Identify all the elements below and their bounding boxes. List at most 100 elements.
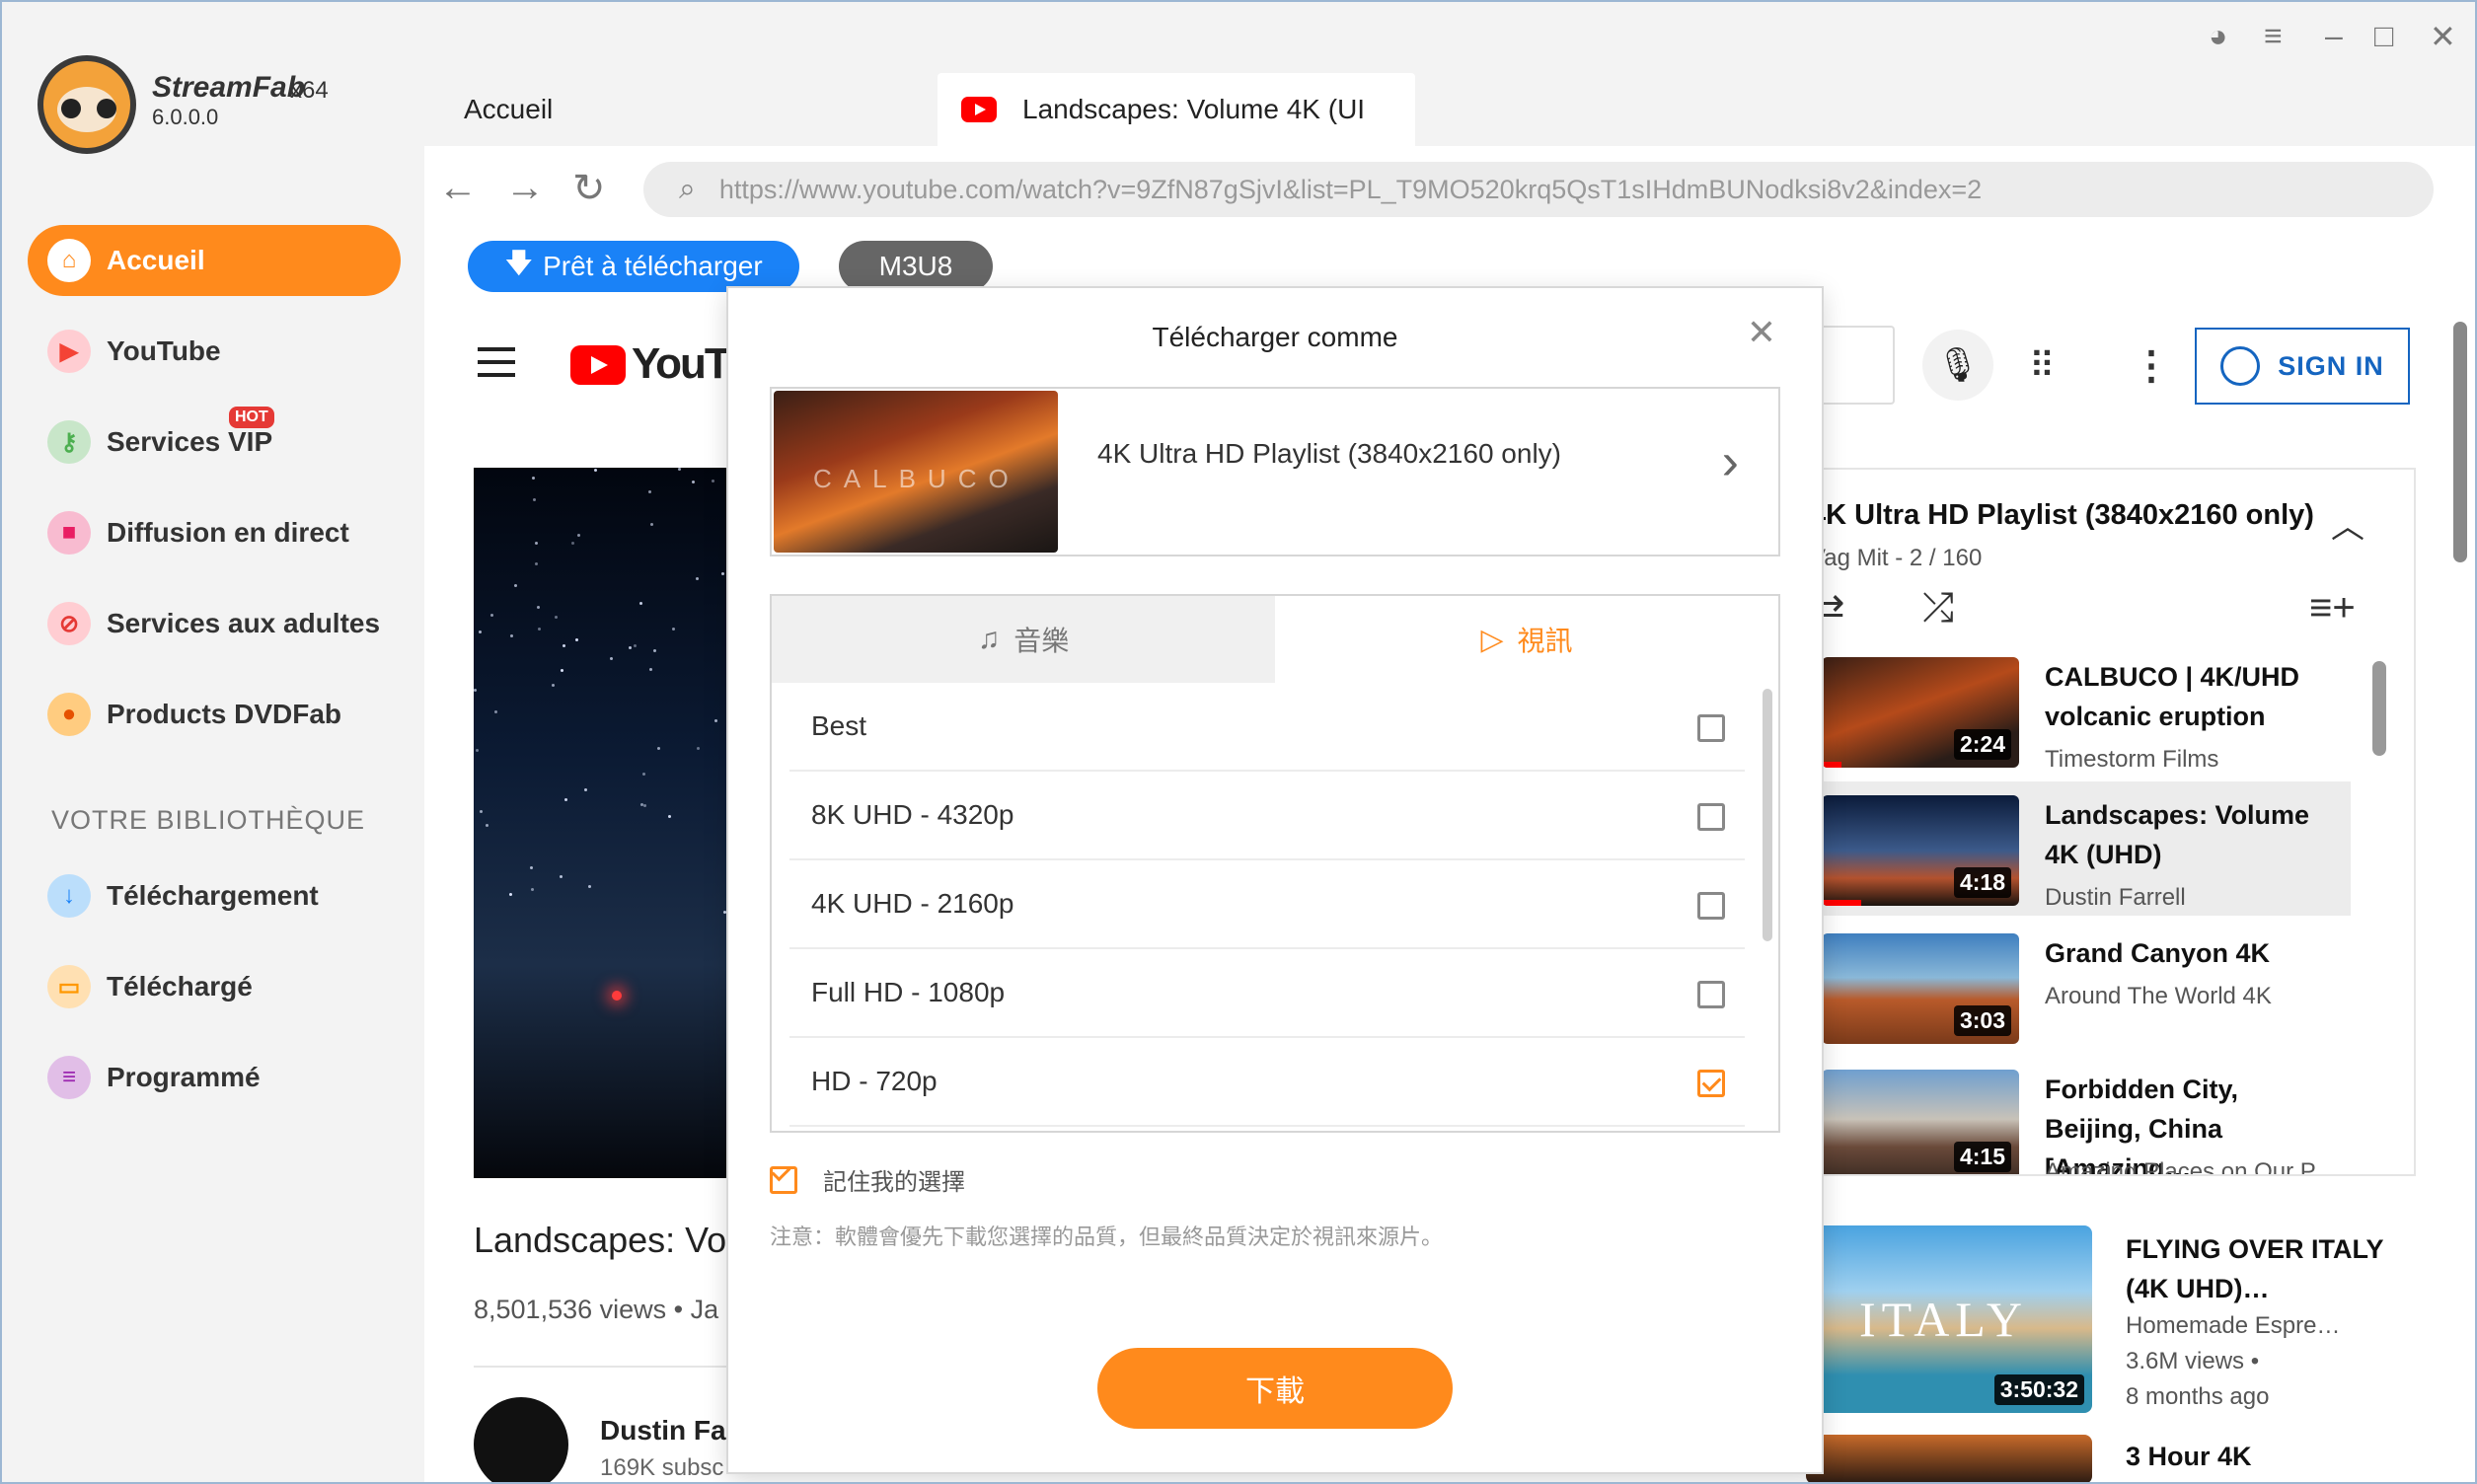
quality-checkbox[interactable] <box>1697 803 1725 831</box>
maximize-icon[interactable]: □ <box>2374 18 2393 54</box>
reload-icon[interactable]: ↻ <box>572 166 606 211</box>
youtube-logo[interactable] <box>570 345 626 385</box>
star-decoration <box>584 788 587 791</box>
channel-avatar[interactable] <box>474 1397 568 1482</box>
url-bar[interactable]: ⌕ https://www.youtube.com/watch?v=9ZfN87… <box>643 162 2434 217</box>
duration-badge: 4:15 <box>1953 1142 2011 1172</box>
star-decoration <box>672 628 675 631</box>
playlist-item[interactable]: 2:24 CALBUCO | 4K/UHD volcanic eruption … <box>1808 643 2351 778</box>
star-decoration <box>494 710 497 713</box>
playlist-thumbnail: 4:18 <box>1822 795 2019 906</box>
tab-video[interactable]: ▷ 視訊 <box>1275 596 1778 683</box>
star-decoration <box>479 631 482 633</box>
star-decoration <box>564 798 567 801</box>
chevron-up-icon[interactable]: ︿ <box>2331 499 2364 548</box>
user-icon <box>2220 346 2261 386</box>
tab-youtube-page[interactable]: Landscapes: Volume 4K (UI <box>938 73 1415 146</box>
sign-in-button[interactable]: SIGN IN <box>2195 328 2410 405</box>
apps-grid-icon[interactable]: ⠿ <box>2029 345 2055 387</box>
sidebar-item-dvdfab[interactable]: ● Products DVDFab <box>28 679 401 750</box>
sidebar-item-downloading[interactable]: ↓ Téléchargement <box>28 860 401 931</box>
quality-checkbox[interactable] <box>1697 892 1725 920</box>
star-decoration <box>532 477 535 480</box>
quality-option-selected[interactable]: HD - 720p <box>789 1038 1745 1127</box>
quality-note: 注意：軟體會優先下載您選擇的品質，但最終品質決定於視訊來源片。 <box>770 1224 1444 1249</box>
sidebar-item-adult[interactable]: ⊘ Services aux adultes <box>28 588 401 659</box>
star-decoration <box>490 614 493 617</box>
star-decoration <box>714 719 717 722</box>
quality-checkbox[interactable] <box>1697 714 1725 742</box>
playlist-item-channel: Timestorm Films <box>2045 746 2219 773</box>
youtube-icon <box>961 97 997 122</box>
quality-label: 4K UHD - 2160p <box>811 888 1014 919</box>
quality-option[interactable]: Full HD - 1080p <box>789 949 1745 1038</box>
sidebar-item-scheduled[interactable]: ≡ Programmé <box>28 1042 401 1113</box>
playlist-item-current[interactable]: 4:18 Landscapes: Volume 4K (UHD) Dustin … <box>1808 781 2351 916</box>
channel-name[interactable]: Dustin Far <box>600 1415 736 1447</box>
sidebar-item-downloaded[interactable]: ▭ Téléchargé <box>28 951 401 1022</box>
playlist-item[interactable]: 4:15 Forbidden City, Beijing, China [Ama… <box>1808 1056 2351 1174</box>
more-vert-icon[interactable]: ⋮ <box>2132 343 2171 389</box>
playlist-sub: Vag Mit - 2 / 160 <box>1810 545 1983 571</box>
sidebar-item-label: YouTube <box>107 335 221 366</box>
dialog-close-icon[interactable]: ✕ <box>1747 312 1776 353</box>
star-decoration <box>653 649 656 652</box>
quality-checkbox[interactable] <box>1697 981 1725 1008</box>
shuffle-icon[interactable]: ⤮ <box>1922 586 1954 631</box>
star-decoration <box>649 668 652 671</box>
app-window: StreamFab x64 6.0.0.0 ⌂ Accueil ▶ YouTub… <box>0 0 2477 1484</box>
search-icon: ⌕ <box>679 173 696 205</box>
playlist-item[interactable]: 3:03 Grand Canyon 4K Around The World 4K <box>1808 920 2351 1054</box>
quality-checkbox-checked[interactable] <box>1697 1070 1725 1097</box>
forward-icon[interactable]: → <box>505 166 545 210</box>
microphone-icon[interactable]: 🎙 <box>1922 330 1993 401</box>
sidebar-item-accueil[interactable]: ⌂ Accueil <box>28 225 401 296</box>
playlist-thumbnail: 2:24 <box>1822 657 2019 768</box>
remember-choice[interactable]: 記住我的選擇 <box>770 1162 965 1197</box>
quality-option[interactable]: 8K UHD - 4320p <box>789 772 1745 860</box>
minimize-icon[interactable]: – <box>2325 18 2343 54</box>
tab-audio[interactable]: ♫ 音樂 <box>772 596 1275 683</box>
source-name: 4K Ultra HD Playlist (3840x2160 only) <box>1097 438 1561 469</box>
star-decoration <box>577 534 580 537</box>
sidebar-item-youtube[interactable]: ▶ YouTube <box>28 316 401 387</box>
star-decoration <box>486 824 488 827</box>
save-playlist-icon[interactable]: ≡+ <box>2309 586 2356 631</box>
page-scrollbar[interactable] <box>2453 322 2467 562</box>
sidebar-item-label: Services VIP <box>107 426 273 457</box>
recommended-thumbnail: ITALY 3:50:32 <box>1806 1225 2092 1413</box>
sidebar-item-live[interactable]: ■ Diffusion en direct <box>28 497 401 568</box>
playlist-item-title: Grand Canyon 4K <box>2045 938 2271 968</box>
chevron-right-icon[interactable]: › <box>1722 432 1739 491</box>
m3u8-button[interactable]: M3U8 <box>839 241 993 292</box>
ready-to-download-button[interactable]: 🡇 Prêt à télécharger <box>468 241 799 292</box>
duration-badge: 4:18 <box>1953 867 2011 898</box>
tab-accueil[interactable]: Accueil <box>464 73 553 146</box>
star-decoration <box>560 875 563 878</box>
recommended-video[interactable]: ITALY 3:50:32 FLYING OVER ITALY (4K UHD)… <box>1806 1225 2418 1413</box>
close-icon[interactable]: ✕ <box>2430 18 2456 55</box>
hamburger-icon[interactable] <box>478 347 515 386</box>
source-card[interactable]: CALBUCO 4K Ultra HD Playlist (3840x2160 … <box>770 387 1780 556</box>
star-decoration <box>510 634 513 637</box>
sidebar-item-label: Diffusion en direct <box>107 517 349 548</box>
ready-label: Prêt à télécharger <box>543 251 763 281</box>
playlist-scrollbar[interactable] <box>2372 661 2386 756</box>
quality-option[interactable]: 4K UHD - 2160p <box>789 860 1745 949</box>
back-icon[interactable]: ← <box>438 166 478 210</box>
star-decoration <box>629 646 632 649</box>
quality-label: 8K UHD - 4320p <box>811 799 1014 830</box>
sidebar-item-label: Services aux adultes <box>107 608 381 638</box>
history-icon[interactable]: ◕ <box>2209 18 2227 54</box>
recommended-views: 3.6M views • <box>2126 1348 2260 1374</box>
download-button[interactable]: 下載 <box>1097 1348 1453 1429</box>
library-title: VOTRE BIBLIOTHÈQUE <box>51 805 366 835</box>
remember-checkbox[interactable] <box>770 1165 797 1194</box>
format-scrollbar[interactable] <box>1763 689 1772 941</box>
quality-option[interactable]: Best <box>789 683 1745 772</box>
recommended-video[interactable]: 3 Hour 4K <box>1806 1435 2418 1482</box>
address-row: ← → ↻ ⌕ https://www.youtube.com/watch?v=… <box>424 146 2475 235</box>
sidebar-item-vip[interactable]: ⚷ Services VIP <box>28 407 401 478</box>
menu-icon[interactable]: ≡ <box>2264 18 2283 54</box>
search-button[interactable] <box>1816 326 1895 405</box>
